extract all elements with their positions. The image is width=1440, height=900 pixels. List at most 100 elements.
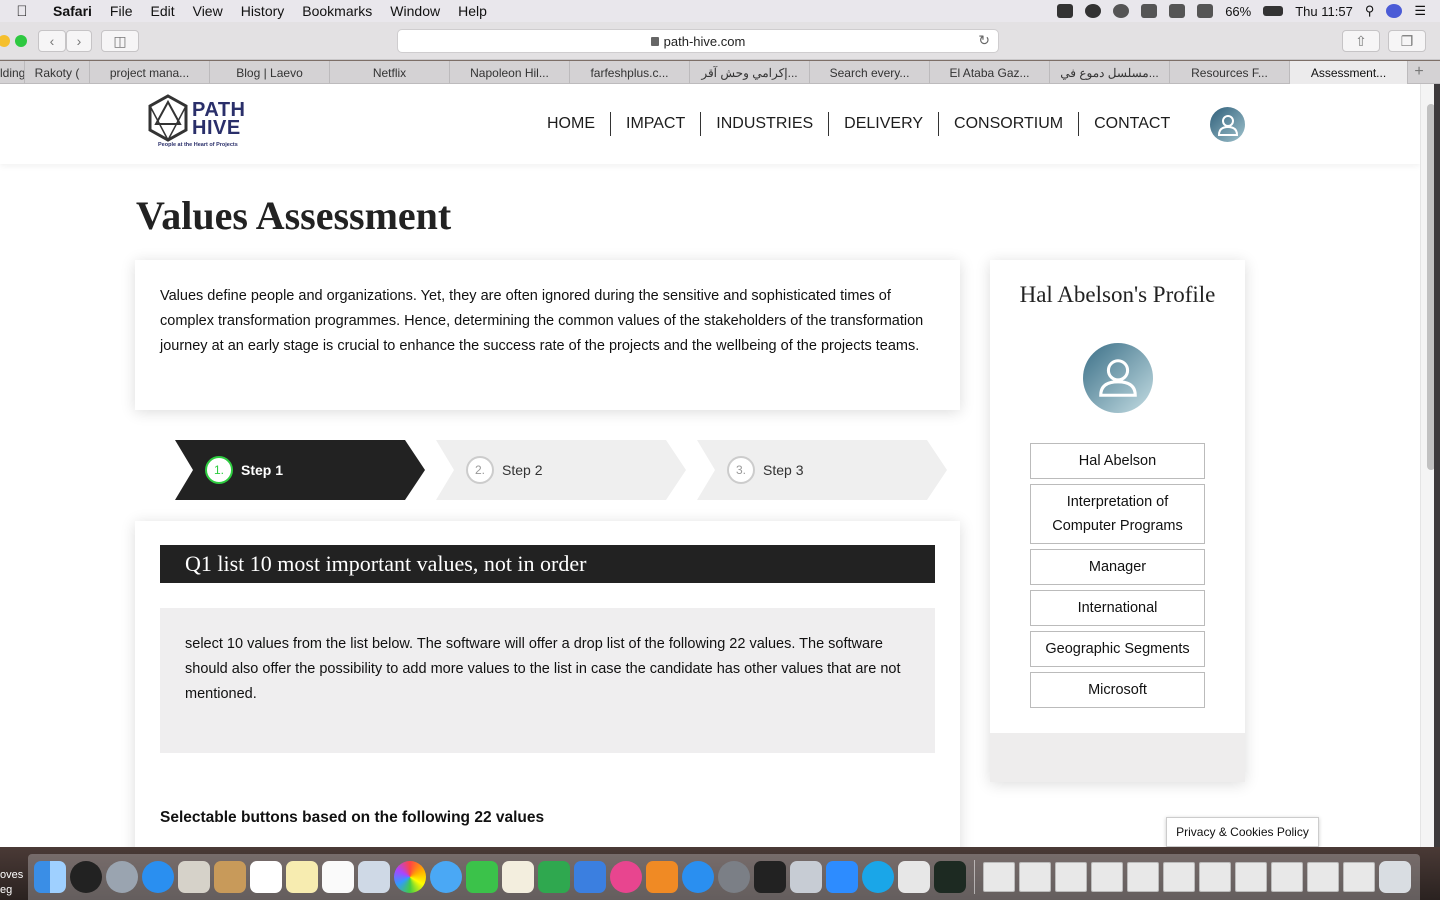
tab-active[interactable]: Assessment...: [1290, 61, 1408, 84]
question-description: select 10 values from the list below. Th…: [160, 608, 935, 753]
zoom-icon[interactable]: [826, 861, 858, 893]
minimized-window-thumb[interactable]: [1271, 862, 1303, 892]
privacy-policy-button[interactable]: Privacy & Cookies Policy: [1166, 817, 1319, 847]
nav-contact[interactable]: CONTACT: [1079, 112, 1185, 136]
keynote-icon[interactable]: [574, 861, 606, 893]
forward-button[interactable]: ›: [66, 30, 92, 52]
spotlight-search-icon[interactable]: ⚲: [1365, 3, 1375, 19]
tab[interactable]: El Ataba Gaz...: [930, 61, 1050, 84]
address-bar[interactable]: path-hive.com ↻: [397, 29, 999, 53]
tab[interactable]: إكرامي وحش آقر...: [690, 61, 810, 84]
apple-menu-icon[interactable]: : [0, 3, 44, 20]
profile-name-field: Hal Abelson: [1030, 443, 1205, 479]
tab[interactable]: Resources F...: [1170, 61, 1290, 84]
site-logo[interactable]: PATH HIVE People at the Heart of Project…: [146, 94, 256, 152]
minimized-window-thumb[interactable]: [1055, 862, 1087, 892]
system-preferences-icon[interactable]: [718, 861, 750, 893]
menu-help[interactable]: Help: [449, 3, 496, 19]
minimized-window-thumb[interactable]: [1343, 862, 1375, 892]
minimized-window-thumb[interactable]: [1199, 862, 1231, 892]
nav-industries[interactable]: INDUSTRIES: [701, 112, 830, 136]
tab[interactable]: Rakoty (: [25, 61, 90, 84]
screen-record-icon[interactable]: [1057, 4, 1074, 18]
menu-file[interactable]: File: [101, 3, 142, 19]
minimized-window-thumb[interactable]: [1163, 862, 1195, 892]
minimized-window-thumb[interactable]: [983, 862, 1015, 892]
tab[interactable]: farfeshplus.c...: [570, 61, 690, 84]
minimized-window-thumb[interactable]: [1307, 862, 1339, 892]
check-icon[interactable]: [1113, 4, 1130, 18]
launchpad-icon[interactable]: [106, 861, 138, 893]
logo-tagline: People at the Heart of Projects: [158, 142, 238, 148]
url-text: path-hive.com: [663, 33, 746, 49]
new-tab-icon[interactable]: +: [1408, 61, 1430, 83]
step-2[interactable]: 2. Step 2: [436, 440, 686, 500]
minimize-window-icon[interactable]: [0, 35, 10, 47]
nav-home[interactable]: HOME: [532, 112, 611, 136]
textedit-icon[interactable]: [502, 861, 534, 893]
tab[interactable]: project mana...: [90, 61, 210, 84]
nav-consortium[interactable]: CONSORTIUM: [939, 112, 1080, 136]
menu-view[interactable]: View: [184, 3, 232, 19]
script-editor-icon[interactable]: [898, 861, 930, 893]
facetime-icon[interactable]: [466, 861, 498, 893]
contacts-icon[interactable]: [214, 861, 246, 893]
tab[interactable]: Netflix: [330, 61, 450, 84]
photos-icon[interactable]: [394, 861, 426, 893]
tab[interactable]: Search every...: [810, 61, 930, 84]
menu-edit[interactable]: Edit: [141, 3, 183, 19]
finder-icon[interactable]: [34, 861, 66, 893]
clock[interactable]: Thu 11:57: [1295, 4, 1353, 19]
battery-icon[interactable]: [1263, 6, 1284, 16]
itunes-icon[interactable]: [610, 861, 642, 893]
safari-icon[interactable]: [142, 861, 174, 893]
preview-icon[interactable]: [358, 861, 390, 893]
menu-history[interactable]: History: [232, 3, 294, 19]
share-button[interactable]: ⇧: [1342, 30, 1380, 52]
trash-icon[interactable]: [1379, 861, 1411, 893]
messages-icon[interactable]: [430, 861, 462, 893]
app-store-icon[interactable]: [682, 861, 714, 893]
activity-monitor-icon[interactable]: [934, 861, 966, 893]
menu-bookmarks[interactable]: Bookmarks: [293, 3, 381, 19]
tab[interactable]: مسلسل دموع في...: [1050, 61, 1170, 84]
siri-dock-icon[interactable]: [70, 861, 102, 893]
image-capture-icon[interactable]: [790, 861, 822, 893]
notes-icon[interactable]: [286, 861, 318, 893]
volume-icon[interactable]: [1197, 4, 1214, 18]
profile-card-footer: [990, 733, 1245, 782]
calendar-icon[interactable]: [250, 861, 282, 893]
siri-icon[interactable]: [1386, 4, 1403, 18]
minimized-window-thumb[interactable]: [1091, 862, 1123, 892]
menu-safari[interactable]: Safari: [44, 3, 101, 19]
nav-delivery[interactable]: DELIVERY: [829, 112, 940, 136]
airplay-icon[interactable]: [1169, 4, 1186, 18]
tab[interactable]: Blog | Laevo: [210, 61, 330, 84]
minimized-window-thumb[interactable]: [1019, 862, 1051, 892]
minimized-window-thumb[interactable]: [1235, 862, 1267, 892]
books-icon[interactable]: [646, 861, 678, 893]
sidebar-toggle-button[interactable]: ◫: [101, 30, 139, 52]
tab[interactable]: lding: [0, 61, 25, 84]
step-3[interactable]: 3. Step 3: [697, 440, 947, 500]
adblock-icon[interactable]: [1085, 4, 1102, 18]
minimized-window-thumb[interactable]: [1127, 862, 1159, 892]
tab[interactable]: Napoleon Hil...: [450, 61, 570, 84]
battery-percent[interactable]: 66%: [1225, 4, 1251, 19]
step-1[interactable]: 1. Step 1: [175, 440, 425, 500]
back-button[interactable]: ‹: [38, 30, 66, 52]
terminal-icon[interactable]: [754, 861, 786, 893]
show-tabs-button[interactable]: ❐: [1388, 30, 1426, 52]
step-2-number: 2.: [466, 456, 494, 484]
skype-icon[interactable]: [862, 861, 894, 893]
numbers-icon[interactable]: [538, 861, 570, 893]
wifi-icon[interactable]: [1141, 4, 1158, 18]
user-avatar-button[interactable]: [1210, 107, 1245, 142]
menu-window[interactable]: Window: [381, 3, 449, 19]
reminders-icon[interactable]: [322, 861, 354, 893]
notification-center-icon[interactable]: ☰: [1414, 3, 1426, 19]
zoom-window-icon[interactable]: [15, 35, 27, 47]
mail-icon[interactable]: [178, 861, 210, 893]
reload-icon[interactable]: ↻: [978, 32, 990, 49]
nav-impact[interactable]: IMPACT: [611, 112, 702, 136]
